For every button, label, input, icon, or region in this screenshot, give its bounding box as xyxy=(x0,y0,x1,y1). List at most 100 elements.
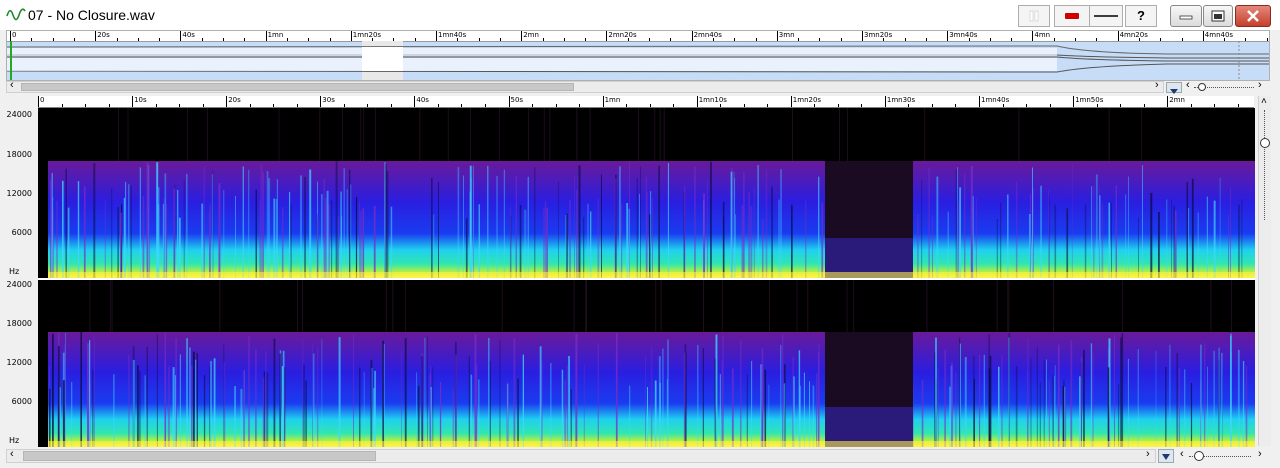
minimize-icon xyxy=(1179,15,1193,20)
ruler-minor-tick xyxy=(461,104,463,107)
ruler-tick xyxy=(132,96,134,107)
overview-panel[interactable]: 0 20s 40s 1mn 1mn20s 1mn40s 2mn 2mn20s 2mn40s 3mn… xyxy=(6,30,1270,81)
chevron-down-icon xyxy=(1170,89,1178,94)
ruler-tick xyxy=(776,31,778,41)
ruler-minor-tick xyxy=(743,104,745,107)
ruler-tick-label: 2mn xyxy=(523,31,539,39)
ruler-minor-tick xyxy=(367,104,369,107)
ruler-tick-label: 40s xyxy=(182,31,195,39)
spectrogram-image xyxy=(48,280,1255,447)
ruler-minor-tick xyxy=(931,104,933,107)
pause-button[interactable] xyxy=(1018,5,1050,27)
y-tick-label: 6000 xyxy=(11,228,32,237)
ruler-tick xyxy=(265,31,267,41)
line-icon xyxy=(1094,15,1118,17)
y-tick-label: 24000 xyxy=(6,110,32,119)
overview-waveform[interactable] xyxy=(7,41,1269,81)
ruler-minor-tick xyxy=(814,104,816,107)
zoom-in-icon[interactable]: › xyxy=(1258,79,1262,91)
ruler-minor-tick xyxy=(108,104,110,107)
main-dropdown-button[interactable] xyxy=(1158,449,1174,463)
scroll-right-icon[interactable]: › xyxy=(1155,79,1159,91)
ruler-minor-tick xyxy=(61,104,63,107)
overview-zoom-control[interactable]: ‹ › xyxy=(1186,79,1270,93)
ruler-tick-label: 20s xyxy=(228,96,241,104)
window-title: 07 - No Closure.wav xyxy=(28,7,155,23)
ruler-tick-label: 1mn20s xyxy=(792,96,822,104)
vertical-scrollbar[interactable]: ˄ xyxy=(1258,96,1271,446)
ruler-tick xyxy=(884,96,886,107)
maximize-button[interactable] xyxy=(1203,5,1233,27)
spectrogram-channel-left[interactable] xyxy=(38,108,1255,278)
zoom-out-icon[interactable]: ‹ xyxy=(1186,79,1190,91)
ruler-tick-label: 2mn40s xyxy=(693,31,722,39)
spectrogram-channel-right[interactable] xyxy=(38,280,1255,447)
main-scroll-thumb[interactable] xyxy=(23,451,376,461)
maximize-icon xyxy=(1211,10,1225,22)
ruler-tick xyxy=(1032,31,1034,41)
scroll-right-icon[interactable]: › xyxy=(1146,448,1150,460)
y-tick-label: 24000 xyxy=(6,280,32,289)
ruler-minor-tick xyxy=(1237,104,1239,107)
line-style-button[interactable] xyxy=(1089,5,1123,27)
y-tick-label: 12000 xyxy=(6,189,32,198)
close-button[interactable] xyxy=(1235,5,1271,27)
zoom-slider-thumb[interactable] xyxy=(1198,83,1206,91)
ruler-tick-label: 4mn40s xyxy=(1204,31,1234,39)
ruler-tick xyxy=(180,31,182,41)
zoom-in-icon[interactable]: › xyxy=(1258,448,1262,460)
ruler-minor-tick xyxy=(532,104,534,107)
title-bar: 07 - No Closure.wav ? xyxy=(0,0,1280,30)
ruler-tick xyxy=(414,96,416,107)
ruler-minor-tick xyxy=(579,104,581,107)
ruler-tick-label: 1mn xyxy=(267,31,284,39)
y-tick-label: 12000 xyxy=(6,358,32,367)
ruler-tick xyxy=(790,96,792,107)
ruler-minor-tick xyxy=(484,104,486,107)
ruler-minor-tick xyxy=(1096,104,1098,107)
record-button[interactable] xyxy=(1054,5,1090,27)
ruler-minor-tick xyxy=(1049,104,1051,107)
ruler-minor-tick xyxy=(1120,104,1122,107)
scroll-left-icon[interactable]: ‹ xyxy=(10,79,14,91)
ruler-tick xyxy=(508,96,510,107)
ruler-tick xyxy=(1202,31,1204,41)
main-scrollbar[interactable]: ‹ › xyxy=(6,448,1156,463)
overview-scroll-thumb[interactable] xyxy=(21,83,574,91)
overview-dropdown-button[interactable] xyxy=(1166,82,1182,94)
ruler-tick-label: 1mn50s xyxy=(1075,96,1104,104)
ruler-tick xyxy=(691,31,693,41)
ruler-minor-tick xyxy=(296,104,298,107)
ruler-tick xyxy=(320,96,322,107)
vertical-zoom-thumb[interactable] xyxy=(1260,138,1270,148)
y-unit-label: Hz xyxy=(9,267,20,276)
ruler-tick xyxy=(521,31,523,41)
spectrogram-image xyxy=(48,108,1255,278)
ruler-tick xyxy=(38,96,39,107)
ruler-minor-tick xyxy=(555,104,557,107)
ruler-minor-tick xyxy=(861,104,863,107)
ruler-tick xyxy=(226,96,228,107)
overview-scrollbar[interactable]: ‹ › xyxy=(6,79,1164,93)
scroll-left-icon[interactable]: ‹ xyxy=(10,448,14,460)
ruler-tick-label: 20s xyxy=(97,31,110,39)
help-button[interactable]: ? xyxy=(1125,5,1157,27)
ruler-minor-tick xyxy=(626,104,628,107)
ruler-tick-label: 1mn30s xyxy=(886,96,916,104)
minimize-button[interactable] xyxy=(1170,5,1202,27)
y-tick-label: 6000 xyxy=(11,397,32,406)
ruler-tick-label: 1mn40s xyxy=(981,96,1010,104)
ruler-tick-label: 1mn40s xyxy=(438,31,467,39)
ruler-tick xyxy=(862,31,863,41)
record-icon xyxy=(1065,13,1079,19)
ruler-tick-label: 4mn xyxy=(1034,31,1051,39)
ruler-tick-label: 3mn20s xyxy=(864,31,893,39)
main-zoom-control[interactable]: ‹ › xyxy=(1180,448,1270,463)
ruler-minor-tick xyxy=(649,104,651,107)
zoom-out-icon[interactable]: ‹ xyxy=(1180,448,1184,460)
zoom-slider-thumb[interactable] xyxy=(1194,451,1204,461)
ruler-minor-tick xyxy=(837,104,839,107)
scroll-up-icon[interactable]: ˄ xyxy=(1261,96,1267,107)
vertical-zoom-track[interactable] xyxy=(1264,110,1265,220)
ruler-tick-label: 0 xyxy=(40,96,45,104)
